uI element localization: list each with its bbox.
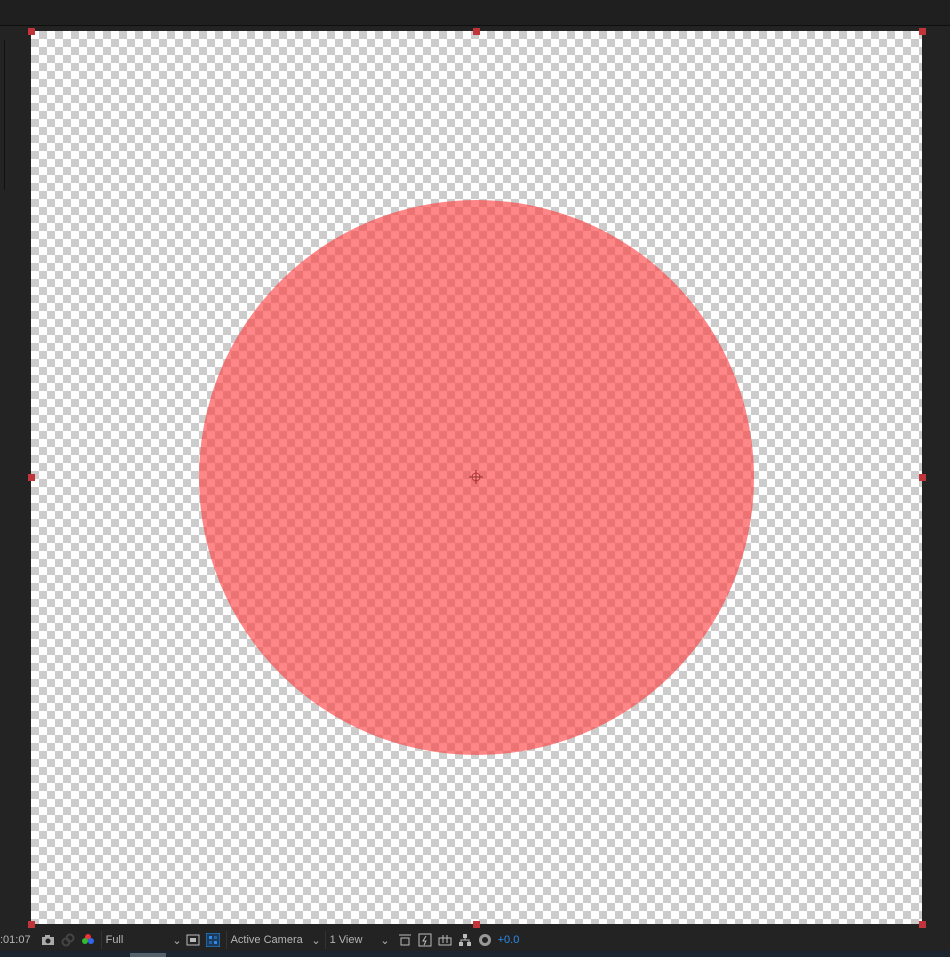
view-layout-dropdown[interactable]: 1 View ⌄: [324, 931, 394, 949]
camera-view-value: Active Camera: [230, 934, 303, 946]
toggle-pixel-aspect-icon[interactable]: [398, 933, 412, 947]
chevron-down-icon: ⌄: [380, 934, 390, 947]
current-time[interactable]: :01:07: [0, 934, 31, 946]
reset-exposure-icon[interactable]: [478, 933, 492, 947]
handle-bottom-right[interactable]: [919, 921, 926, 928]
handle-bottom-left[interactable]: [28, 921, 35, 928]
camera-view-dropdown[interactable]: Active Camera ⌄: [225, 931, 325, 949]
handle-middle-left[interactable]: [28, 474, 35, 481]
transparency-grid-icon[interactable]: [205, 933, 220, 947]
horizontal-scrollbar[interactable]: [0, 951, 950, 957]
exposure-value[interactable]: +0.0: [498, 934, 520, 946]
resolution-dropdown[interactable]: Full ⌄: [100, 931, 186, 949]
scrollbar-thumb[interactable]: [130, 953, 166, 957]
fast-previews-icon[interactable]: [418, 933, 432, 947]
handle-bottom-center[interactable]: [473, 921, 480, 928]
anchor-point-icon[interactable]: [469, 470, 483, 484]
snapshot-camera-icon[interactable]: [41, 933, 55, 947]
panel-divider: [0, 40, 5, 190]
panel-header: [0, 0, 950, 26]
resolution-value: Full: [105, 934, 124, 946]
chevron-down-icon: ⌄: [172, 934, 182, 947]
handle-top-right[interactable]: [919, 28, 926, 35]
flowchart-icon[interactable]: [458, 933, 472, 947]
handle-middle-right[interactable]: [919, 474, 926, 481]
composition-canvas[interactable]: [31, 31, 922, 924]
show-snapshot-icon[interactable]: [61, 933, 75, 947]
view-layout-value: 1 View: [329, 934, 363, 946]
timeline-icon[interactable]: [438, 933, 452, 947]
handle-top-left[interactable]: [28, 28, 35, 35]
region-of-interest-icon[interactable]: [186, 933, 200, 947]
chevron-down-icon: ⌄: [311, 934, 321, 947]
channel-rgb-icon[interactable]: [81, 933, 95, 947]
handle-top-center[interactable]: [473, 28, 480, 35]
viewer-toolbar: :01:07 Full ⌄ Active Camera ⌄ 1 View ⌄ +0.0: [0, 929, 950, 951]
